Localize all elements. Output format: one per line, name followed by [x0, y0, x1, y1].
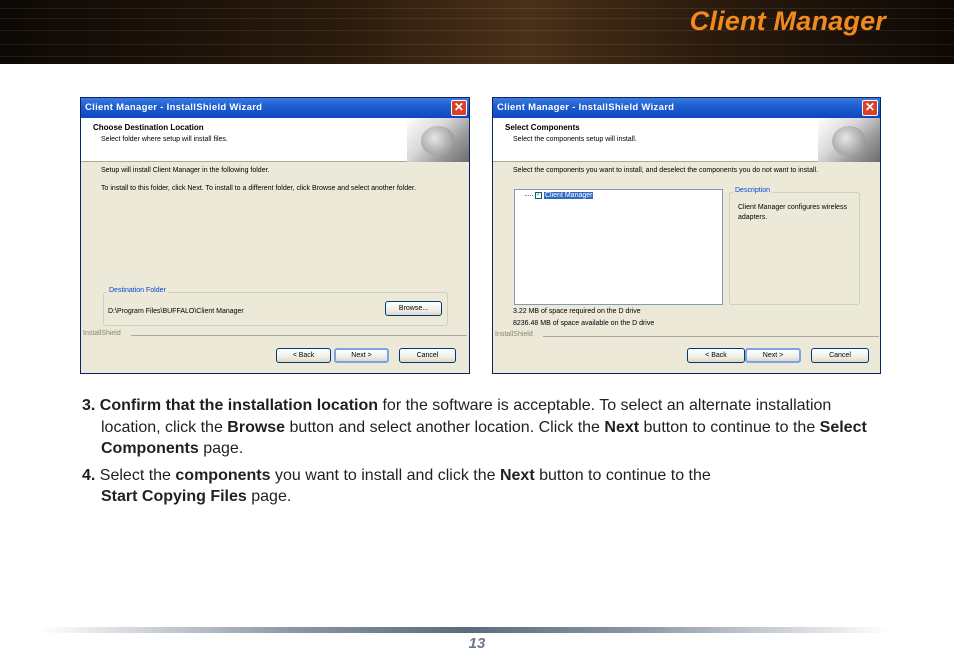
- step-keyword: Start Copying Files: [101, 488, 247, 505]
- step-number: 3.: [82, 397, 96, 414]
- dialog-title: Client Manager - InstallShield Wizard: [497, 102, 675, 113]
- browse-button[interactable]: Browse...: [385, 301, 442, 316]
- header-subtitle: Select folder where setup will install f…: [101, 136, 228, 143]
- next-button[interactable]: Next >: [334, 348, 389, 363]
- page-title: Client Manager: [689, 6, 886, 36]
- page-number: 13: [468, 635, 486, 652]
- destination-groupbox: Destination Folder D:\Program Files\BUFF…: [103, 287, 448, 326]
- step-keyword: Next: [604, 418, 640, 436]
- space-available: 8236.48 MB of space available on the D d…: [513, 320, 655, 327]
- close-icon[interactable]: ✕: [451, 100, 467, 116]
- components-listbox[interactable]: ✓ Client Manager: [514, 189, 723, 305]
- installshield-art-icon: [407, 118, 469, 162]
- instruction-steps: 3. Confirm that the installation locatio…: [82, 395, 882, 513]
- step-text: button to continue to the: [534, 466, 711, 484]
- footer-rule: [40, 627, 890, 633]
- space-required: 3.22 MB of space required on the D drive: [513, 308, 641, 315]
- step-4: 4. Select the components you want to ins…: [82, 465, 882, 508]
- group-label: Destination Folder: [107, 287, 168, 294]
- folder-path: D:\Program Files\BUFFALO\Client Manager: [108, 308, 244, 315]
- components-dialog: Client Manager - InstallShield Wizard ✕ …: [492, 97, 881, 374]
- dialog-title: Client Manager - InstallShield Wizard: [85, 102, 263, 113]
- step-keyword: Next: [499, 466, 535, 484]
- cancel-button[interactable]: Cancel: [811, 348, 869, 363]
- dialog-titlebar: Client Manager - InstallShield Wizard ✕: [493, 98, 880, 118]
- step-lead: Confirm that the installation location: [99, 397, 379, 414]
- installshield-art-icon: [818, 118, 880, 162]
- divider: [543, 336, 879, 337]
- group-label: Description: [733, 187, 773, 194]
- body-text-1: Setup will install Client Manager in the…: [101, 167, 270, 174]
- component-label: Client Manager: [544, 192, 594, 200]
- divider: [131, 335, 467, 336]
- step-number: 4.: [82, 466, 96, 484]
- step-text: button to continue to the: [639, 418, 820, 436]
- step-3: 3. Confirm that the installation locatio…: [82, 395, 882, 460]
- step-text: Select the: [95, 466, 176, 484]
- header-title: Choose Destination Location: [93, 123, 204, 132]
- installshield-label: InstallShield: [495, 331, 533, 338]
- dialog-header: Choose Destination Location Select folde…: [81, 118, 469, 162]
- step-text: you want to install and click the: [270, 466, 500, 484]
- step-keyword: Browse: [227, 418, 286, 436]
- header-title: Select Components: [505, 123, 580, 132]
- step-keyword: components: [175, 466, 271, 484]
- list-item[interactable]: ✓ Client Manager: [525, 192, 594, 200]
- dialog-header: Select Components Select the components …: [493, 118, 880, 162]
- body-text-1: Select the components you want to instal…: [513, 167, 819, 174]
- next-button[interactable]: Next >: [745, 348, 801, 363]
- step-text: page.: [246, 488, 292, 505]
- description-groupbox: Description Client Manager configures wi…: [729, 187, 860, 305]
- cancel-button[interactable]: Cancel: [399, 348, 456, 363]
- header-banner: Client Manager: [0, 0, 954, 64]
- tree-connector: [525, 195, 533, 196]
- installshield-label: InstallShield: [83, 330, 121, 337]
- close-icon[interactable]: ✕: [862, 100, 878, 116]
- header-subtitle: Select the components setup will install…: [513, 136, 637, 143]
- dialog-titlebar: Client Manager - InstallShield Wizard ✕: [81, 98, 469, 118]
- back-button[interactable]: < Back: [687, 348, 745, 363]
- checkbox-checked-icon[interactable]: ✓: [535, 192, 542, 199]
- destination-dialog: Client Manager - InstallShield Wizard ✕ …: [80, 97, 470, 374]
- description-text: Client Manager configures wireless adapt…: [738, 204, 847, 221]
- back-button[interactable]: < Back: [276, 348, 331, 363]
- body-text-2: To install to this folder, click Next. T…: [101, 185, 416, 192]
- step-text: page.: [198, 440, 244, 457]
- step-text: button and select another location. Clic…: [285, 418, 605, 436]
